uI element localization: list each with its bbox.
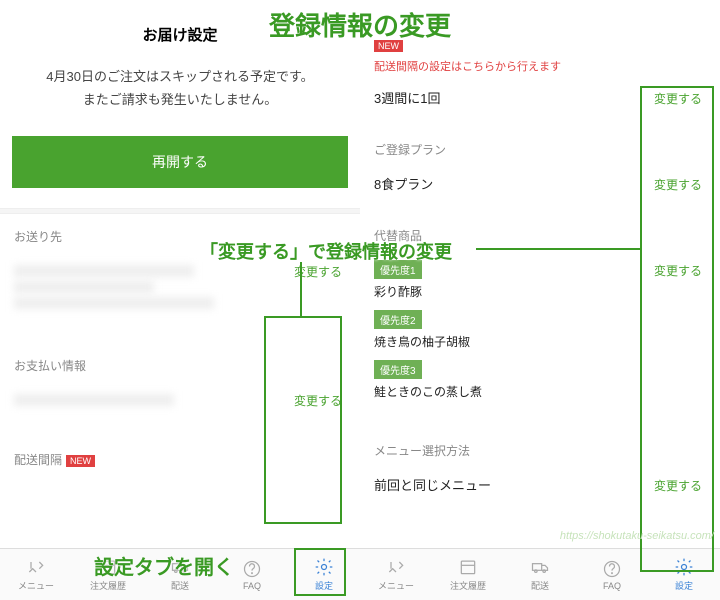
substitute-title: 代替商品 — [374, 227, 706, 244]
gear-icon — [314, 557, 334, 577]
address-change-button[interactable]: 変更する — [290, 261, 346, 282]
skip-line1: 4月30日のご注文はスキップされる予定です。 — [20, 65, 340, 88]
plan-title: ご登録プラン — [374, 141, 706, 158]
interval-note: 配送間隔の設定はこちらから行えます — [374, 58, 706, 74]
menu-method-section: メニュー選択方法 前回と同じメニュー 変更する — [360, 428, 720, 514]
tabbar-left: メニュー 注文履歴 配送 FAQ 設定 — [0, 548, 360, 600]
truck-icon — [530, 557, 550, 577]
plan-section: ご登録プラン 8食プラン 変更する — [360, 127, 720, 213]
priority-1-badge: 優先度1 — [374, 260, 422, 279]
interval-title-left: 配送間隔NEW — [14, 451, 346, 468]
menu-icon — [26, 557, 46, 577]
left-pane: お届け設定 4月30日のご注文はスキップされる予定です。 またご請求も発生いたし… — [0, 0, 360, 600]
dish-1: 彩り酢豚 — [374, 283, 650, 300]
substitute-change-button[interactable]: 変更する — [650, 260, 706, 281]
tab-order[interactable]: 注文履歴 — [72, 549, 144, 600]
tab-order-r[interactable]: 注文履歴 — [432, 549, 504, 600]
interval-change-button[interactable]: 変更する — [650, 88, 706, 109]
tab-ship[interactable]: 配送 — [144, 549, 216, 600]
tab-menu[interactable]: メニュー — [0, 549, 72, 600]
address-value — [14, 261, 290, 313]
new-badge-right: NEW — [374, 40, 403, 52]
skip-line2: またご請求も発生いたしません。 — [20, 88, 340, 111]
plan-change-button[interactable]: 変更する — [650, 174, 706, 195]
watermark: https://shokutaku-seikatsu.com/ — [560, 530, 714, 542]
substitute-section: 代替商品 優先度1 彩り酢豚 優先度2 焼き鳥の柚子胡椒 優先度3 鮭ときのこの… — [360, 213, 720, 428]
address-section: お送り先 変更する — [0, 214, 360, 331]
calendar-icon — [98, 557, 118, 577]
interval-section: NEW 配送間隔の設定はこちらから行えます 3週間に1回 変更する — [360, 0, 720, 127]
payment-section: お支払い情報 変更する — [0, 331, 360, 429]
tab-faq-r[interactable]: FAQ — [576, 549, 648, 600]
right-pane: NEW 配送間隔の設定はこちらから行えます 3週間に1回 変更する ご登録プラン… — [360, 0, 720, 600]
delivery-header: お届け設定 — [0, 0, 360, 57]
interval-value: 3週間に1回 — [374, 88, 650, 107]
tab-settings[interactable]: 設定 — [288, 549, 360, 600]
menu-method-value: 前回と同じメニュー — [374, 475, 650, 494]
payment-title: お支払い情報 — [14, 357, 346, 374]
skip-message: 4月30日のご注文はスキップされる予定です。 またご請求も発生いたしません。 — [0, 57, 360, 116]
address-title: お送り先 — [14, 228, 346, 245]
payment-value — [14, 390, 290, 410]
menu-method-change-button[interactable]: 変更する — [650, 475, 706, 496]
truck-icon — [170, 557, 190, 577]
question-icon — [602, 559, 622, 579]
calendar-icon — [458, 557, 478, 577]
tab-settings-r[interactable]: 設定 — [648, 549, 720, 600]
plan-value: 8食プラン — [374, 174, 650, 193]
tab-ship-r[interactable]: 配送 — [504, 549, 576, 600]
tab-faq[interactable]: FAQ — [216, 549, 288, 600]
gear-icon — [674, 557, 694, 577]
new-badge: NEW — [66, 455, 95, 467]
menu-method-title: メニュー選択方法 — [374, 442, 706, 459]
priority-2-badge: 優先度2 — [374, 310, 422, 329]
priority-3-badge: 優先度3 — [374, 360, 422, 379]
tab-menu-r[interactable]: メニュー — [360, 549, 432, 600]
dish-3: 鮭ときのこの蒸し煮 — [374, 383, 650, 400]
tabbar-right: メニュー 注文履歴 配送 FAQ 設定 — [360, 548, 720, 600]
interval-section-left: 配送間隔NEW — [0, 429, 360, 494]
menu-icon — [386, 557, 406, 577]
dish-2: 焼き鳥の柚子胡椒 — [374, 333, 650, 350]
resume-button[interactable]: 再開する — [12, 136, 348, 188]
question-icon — [242, 559, 262, 579]
payment-change-button[interactable]: 変更する — [290, 390, 346, 411]
